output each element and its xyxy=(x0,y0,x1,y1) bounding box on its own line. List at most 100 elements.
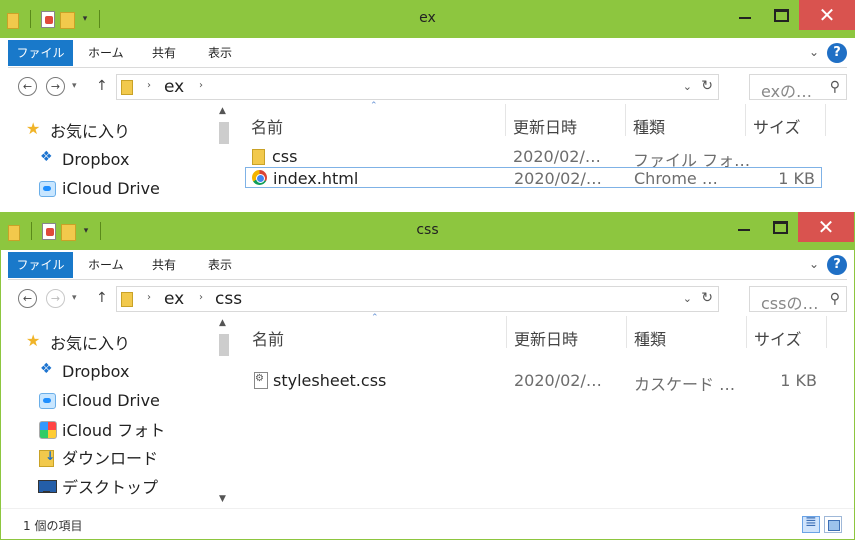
minimize-button[interactable] xyxy=(727,0,763,30)
column-size[interactable]: サイズ xyxy=(753,114,801,138)
search-icon[interactable]: ⚲ xyxy=(830,291,840,307)
column-date[interactable]: 更新日時 xyxy=(514,326,578,350)
recent-locations-dropdown-icon[interactable]: ▾ xyxy=(72,81,77,91)
address-dropdown-icon[interactable]: ⌄ xyxy=(683,292,692,305)
tab-home[interactable]: ホーム xyxy=(88,40,124,66)
back-button[interactable]: ← xyxy=(18,77,37,96)
scroll-thumb[interactable] xyxy=(219,334,229,356)
help-icon[interactable]: ? xyxy=(827,255,847,275)
maximize-button[interactable] xyxy=(763,0,799,30)
expand-ribbon-chevron-icon[interactable]: ⌄ xyxy=(809,45,819,59)
file-name: stylesheet.css xyxy=(273,371,387,390)
minimize-icon xyxy=(738,229,750,231)
minimize-button[interactable] xyxy=(726,212,762,242)
maximize-button[interactable] xyxy=(762,212,798,242)
expand-ribbon-chevron-icon[interactable]: ⌄ xyxy=(809,257,819,271)
column-divider[interactable] xyxy=(745,104,746,136)
maximize-icon xyxy=(773,8,789,22)
nav-item-label: Dropbox xyxy=(62,149,130,169)
scroll-down-icon[interactable]: ▼ xyxy=(219,494,226,504)
tab-file[interactable]: ファイル xyxy=(8,252,73,278)
window-controls: ✕ xyxy=(727,0,855,30)
title-bar[interactable]: ▾ ex ✕ xyxy=(0,0,855,38)
explorer-window-ex: ▾ ex ✕ ファイル ホーム 共有 表示 ⌄ ? ← → ▾ ↑ › ex ›… xyxy=(0,0,855,212)
nav-scrollbar[interactable]: ▲ xyxy=(215,104,232,212)
nav-item-favorites[interactable]: お気に入り xyxy=(26,116,130,144)
refresh-icon[interactable]: ↻ xyxy=(701,290,713,306)
search-box[interactable]: exの… ⚲ xyxy=(749,74,847,101)
address-dropdown-icon[interactable]: ⌄ xyxy=(683,80,692,93)
column-divider[interactable] xyxy=(505,104,506,136)
breadcrumb-ex[interactable]: ex xyxy=(164,289,184,309)
up-button[interactable]: ↑ xyxy=(96,78,108,94)
nav-item-desktop[interactable]: デスクトップ xyxy=(38,472,158,500)
column-type[interactable]: 種類 xyxy=(634,326,666,350)
details-view-icon[interactable] xyxy=(802,514,820,533)
breadcrumb-separator-icon[interactable]: › xyxy=(147,80,151,91)
forward-button[interactable]: → xyxy=(46,77,65,96)
icloud-photos-icon xyxy=(38,420,57,439)
tab-share[interactable]: 共有 xyxy=(152,40,176,66)
column-name[interactable]: 名前 xyxy=(252,326,284,350)
address-bar[interactable]: › ex › ⌄ ↻ xyxy=(116,74,719,100)
close-icon: ✕ xyxy=(818,3,836,27)
file-row-stylesheet-css[interactable]: stylesheet.css 2020/02/… カスケード … 1 KB xyxy=(246,370,823,394)
column-date[interactable]: 更新日時 xyxy=(513,114,577,138)
scroll-thumb[interactable] xyxy=(219,122,229,144)
nav-item-icloud-drive[interactable]: iCloud Drive xyxy=(38,174,160,202)
back-button[interactable]: ← xyxy=(18,289,37,308)
large-icons-view-icon[interactable] xyxy=(824,516,842,533)
refresh-icon[interactable]: ↻ xyxy=(701,78,713,94)
help-icon[interactable]: ? xyxy=(827,43,847,63)
close-button[interactable]: ✕ xyxy=(799,0,855,30)
breadcrumb-ex[interactable]: ex xyxy=(164,77,184,97)
tab-share[interactable]: 共有 xyxy=(152,252,176,278)
nav-item-icloud-drive[interactable]: iCloud Drive xyxy=(38,386,160,414)
folder-icon xyxy=(251,148,267,165)
column-divider[interactable] xyxy=(506,316,507,348)
up-button[interactable]: ↑ xyxy=(96,290,108,306)
breadcrumb-separator-icon[interactable]: › xyxy=(199,292,203,303)
column-divider[interactable] xyxy=(825,104,826,136)
nav-item-icloud-photos[interactable]: iCloud フォト xyxy=(38,415,165,443)
nav-item-label: iCloud Drive xyxy=(62,390,160,410)
ribbon-tabs: ファイル ホーム 共有 表示 ⌄ ? xyxy=(8,38,847,68)
column-name[interactable]: 名前 xyxy=(251,114,283,138)
breadcrumb-separator-icon[interactable]: › xyxy=(199,80,203,91)
close-button[interactable]: ✕ xyxy=(798,212,854,242)
forward-button[interactable]: → xyxy=(46,289,65,308)
scroll-up-icon[interactable]: ▲ xyxy=(219,106,226,116)
address-bar[interactable]: › ex › css ⌄ ↻ xyxy=(116,286,719,312)
column-type[interactable]: 種類 xyxy=(633,114,665,138)
tab-view[interactable]: 表示 xyxy=(208,40,232,66)
column-divider[interactable] xyxy=(626,316,627,348)
scroll-up-icon[interactable]: ▲ xyxy=(219,318,226,328)
nav-item-dropbox[interactable]: Dropbox xyxy=(38,145,129,173)
sort-ascending-icon: ⌃ xyxy=(370,101,378,111)
column-size[interactable]: サイズ xyxy=(754,326,802,350)
column-divider[interactable] xyxy=(746,316,747,348)
breadcrumb-separator-icon[interactable]: › xyxy=(147,292,151,303)
tab-file[interactable]: ファイル xyxy=(8,40,73,66)
search-placeholder: exの… xyxy=(761,82,813,101)
file-row-index-html[interactable]: index.html 2020/02/… Chrome … 1 KB xyxy=(245,167,822,188)
search-box[interactable]: cssの… ⚲ xyxy=(749,286,847,313)
star-icon xyxy=(26,119,44,139)
nav-scrollbar[interactable]: ▲ ▼ xyxy=(215,316,232,506)
column-divider[interactable] xyxy=(625,104,626,136)
nav-item-dropbox[interactable]: Dropbox xyxy=(38,357,129,385)
nav-item-favorites[interactable]: お気に入り xyxy=(26,328,130,356)
window-controls: ✕ xyxy=(726,212,854,242)
search-placeholder: cssの… xyxy=(761,294,819,313)
search-icon[interactable]: ⚲ xyxy=(830,79,840,95)
breadcrumb-css[interactable]: css xyxy=(215,289,242,309)
title-bar[interactable]: ▾ css ✕ xyxy=(1,212,854,250)
nav-item-downloads[interactable]: ダウンロード xyxy=(38,443,158,471)
tab-view[interactable]: 表示 xyxy=(208,252,232,278)
recent-locations-dropdown-icon[interactable]: ▾ xyxy=(72,293,77,303)
close-icon: ✕ xyxy=(817,215,835,239)
file-row-css[interactable]: css 2020/02/… ファイル フォ… xyxy=(245,146,822,170)
tab-home[interactable]: ホーム xyxy=(88,252,124,278)
star-icon xyxy=(26,331,44,351)
column-divider[interactable] xyxy=(826,316,827,348)
